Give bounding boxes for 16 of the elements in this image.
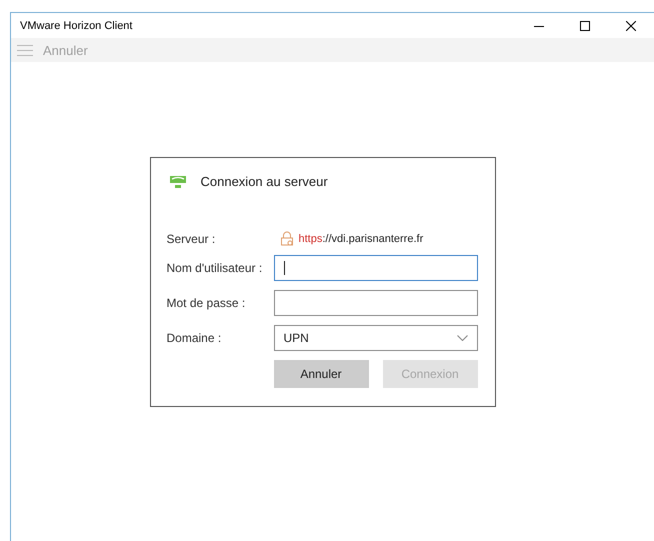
domain-dropdown[interactable]: UPN <box>274 325 478 351</box>
chevron-down-icon <box>456 335 468 341</box>
server-url: https://vdi.parisnanterre.fr <box>298 232 424 244</box>
lock-icon <box>280 231 294 246</box>
maximize-icon[interactable] <box>580 20 590 30</box>
window-title: VMware Horizon Client <box>20 20 134 32</box>
close-icon[interactable] <box>626 20 636 30</box>
field-label: Mot de passe : <box>166 296 246 310</box>
monitor-icon <box>168 174 186 188</box>
field-label: Nom d'utilisateur : <box>166 261 264 275</box>
field-label: Serveur : <box>166 232 216 246</box>
input-field[interactable] <box>274 255 478 281</box>
dialog-title: Connexion au serveur <box>200 174 328 189</box>
field-label: Domaine : <box>166 331 222 345</box>
cancel-button[interactable]: Annuler <box>274 360 368 388</box>
password-field[interactable] <box>274 290 478 316</box>
